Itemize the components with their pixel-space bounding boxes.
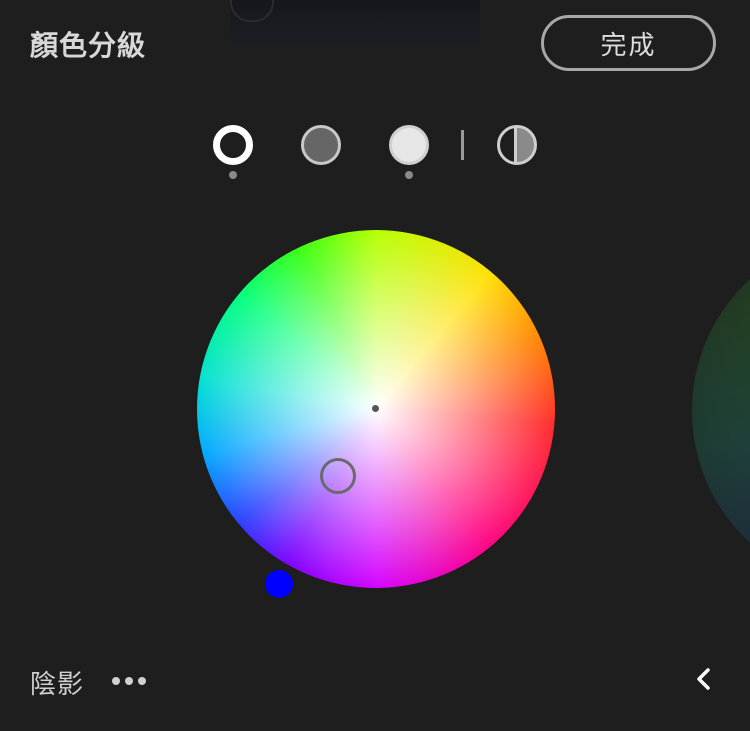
highlights-circle-icon[interactable] [389, 125, 429, 165]
dot [125, 677, 133, 685]
global-half-circle-icon[interactable] [497, 125, 537, 165]
wheel-selection-handle[interactable] [320, 458, 356, 494]
shadows-ring-icon[interactable] [213, 125, 253, 165]
next-color-wheel-peek[interactable] [692, 232, 750, 590]
more-dots-icon[interactable] [112, 670, 146, 692]
page-title: 顏色分級 [30, 29, 147, 62]
done-button[interactable]: 完成 [541, 15, 716, 71]
current-mode-label: 陰影 [30, 670, 85, 700]
color-grading-screen: 顏色分級 完成 陰影 [0, 0, 750, 731]
dot [112, 677, 120, 685]
photo-preview-strip [230, 0, 480, 58]
dot [138, 677, 146, 685]
midtones-circle-icon[interactable] [301, 125, 341, 165]
selected-indicator-dot [229, 171, 237, 179]
hue-knob[interactable] [265, 570, 293, 598]
mode-divider [461, 130, 464, 160]
adjusted-indicator-dot [405, 171, 413, 179]
chevron-left-icon[interactable] [690, 664, 718, 694]
wheel-center-dot [372, 405, 379, 412]
